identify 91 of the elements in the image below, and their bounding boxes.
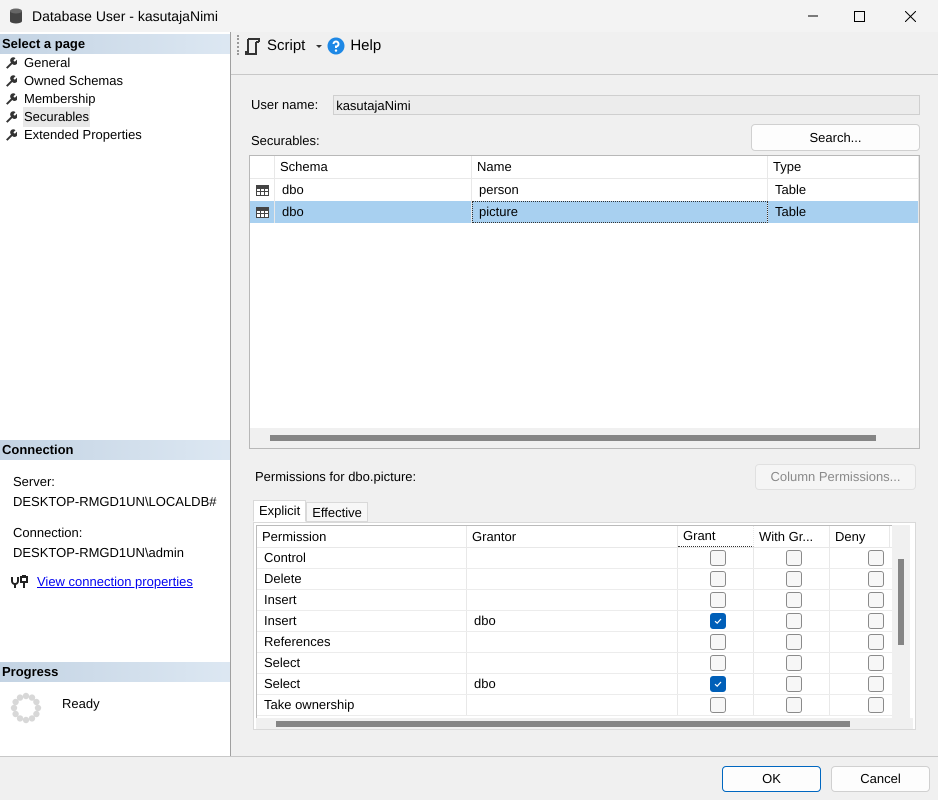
sidebar-item[interactable]: Owned Schemas	[23, 71, 124, 91]
ok-button[interactable]: OK	[722, 766, 821, 792]
column-header[interactable]: Permission	[257, 526, 467, 547]
window-title: Database User - kasutajaNimi	[32, 6, 218, 26]
wrench-icon	[5, 57, 17, 69]
column-header[interactable]: With Gr...	[754, 526, 830, 547]
section-header: Connection	[0, 440, 230, 460]
table-cell: Select	[257, 674, 467, 694]
checkbox[interactable]	[868, 634, 884, 650]
plug-icon	[11, 574, 29, 589]
section-header: Progress	[0, 662, 230, 682]
scrollbar-thumb[interactable]	[270, 435, 876, 441]
tab[interactable]: Effective	[306, 502, 368, 522]
checkbox[interactable]	[710, 697, 726, 713]
table-cell: Insert	[257, 611, 467, 631]
column-header[interactable]: Grantor	[467, 526, 678, 547]
script-button[interactable]: Script	[245, 35, 306, 57]
close-icon	[904, 10, 916, 22]
scrollbar-thumb[interactable]	[276, 720, 850, 726]
checkbox[interactable]	[710, 676, 726, 692]
checkbox[interactable]	[786, 592, 802, 608]
securables-label: Securables:	[251, 132, 320, 150]
table-cell: Select	[257, 653, 467, 673]
checkbox[interactable]	[786, 655, 802, 671]
user-name-field[interactable]: kasutajaNimi	[333, 95, 920, 115]
checkbox[interactable]	[710, 550, 726, 566]
table-cell: Table	[768, 201, 919, 223]
column-header[interactable]: Schema	[275, 156, 472, 178]
server-label: Server:	[13, 473, 56, 491]
checkbox[interactable]	[868, 550, 884, 566]
script-icon	[245, 38, 261, 54]
checkbox[interactable]	[786, 613, 802, 629]
table-icon	[256, 206, 268, 218]
database-icon	[9, 8, 23, 24]
checkbox[interactable]	[710, 634, 726, 650]
checkbox[interactable]	[868, 655, 884, 671]
permissions-label: Permissions for dbo.picture:	[255, 468, 416, 486]
checkmark-icon	[712, 679, 722, 689]
scrollbar-thumb[interactable]	[898, 559, 904, 645]
checkbox[interactable]	[868, 613, 884, 629]
spinner-icon	[10, 692, 42, 724]
checkbox[interactable]	[710, 592, 726, 608]
checkbox[interactable]	[786, 676, 802, 692]
tab[interactable]: Explicit	[253, 500, 306, 522]
column-header[interactable]: Deny	[830, 526, 890, 547]
connection-value: DESKTOP-RMGD1UN\admin	[13, 544, 185, 562]
table-cell: References	[257, 632, 467, 652]
table-cell: dbo	[467, 611, 678, 631]
checkbox[interactable]	[868, 676, 884, 692]
user-name-label: User name:	[251, 96, 318, 114]
wrench-icon	[5, 111, 17, 123]
table-cell: Delete	[257, 569, 467, 589]
connection-label: Connection:	[13, 524, 84, 542]
checkmark-icon	[712, 616, 722, 626]
column-header[interactable]: Grant	[678, 526, 754, 547]
table-cell: Insert	[257, 590, 467, 610]
view-connection-link[interactable]: View connection properties	[37, 572, 193, 592]
table-row[interactable]: dbo picture Table	[250, 201, 919, 223]
checkbox[interactable]	[710, 613, 726, 629]
checkbox[interactable]	[710, 571, 726, 587]
progress-status: Ready	[62, 694, 100, 713]
checkbox[interactable]	[786, 550, 802, 566]
column-header[interactable]: Type	[768, 156, 919, 178]
table-cell: dbo	[275, 201, 472, 223]
sidebar-item[interactable]: Extended Properties	[23, 125, 143, 145]
server-value: DESKTOP-RMGD1UN\LOCALDB#	[13, 492, 217, 510]
sidebar-item[interactable]: Securables	[23, 107, 90, 127]
checkbox[interactable]	[710, 655, 726, 671]
checkbox[interactable]	[786, 634, 802, 650]
search-button[interactable]: Search...	[751, 124, 920, 151]
maximize-icon	[854, 10, 864, 22]
table-cell: Take ownership	[257, 695, 467, 715]
table-cell: Control	[257, 548, 467, 568]
wrench-icon	[5, 129, 17, 141]
help-button[interactable]: Help	[327, 35, 382, 57]
table-icon	[256, 184, 268, 196]
checkbox[interactable]	[868, 697, 884, 713]
checkbox[interactable]	[868, 571, 884, 587]
table-cell: picture	[472, 201, 768, 223]
checkbox[interactable]	[786, 697, 802, 713]
table-cell: dbo	[467, 674, 678, 694]
wrench-icon	[5, 93, 17, 105]
sidebar-item[interactable]: General	[23, 53, 72, 73]
checkbox[interactable]	[786, 571, 802, 587]
checkbox[interactable]	[868, 592, 884, 608]
section-header: Select a page	[0, 34, 230, 54]
wrench-icon	[5, 75, 17, 87]
cancel-button[interactable]: Cancel	[831, 766, 930, 792]
sidebar-item[interactable]: Membership	[23, 89, 97, 109]
help-icon	[327, 37, 346, 55]
column-header[interactable]: Name	[472, 156, 768, 178]
